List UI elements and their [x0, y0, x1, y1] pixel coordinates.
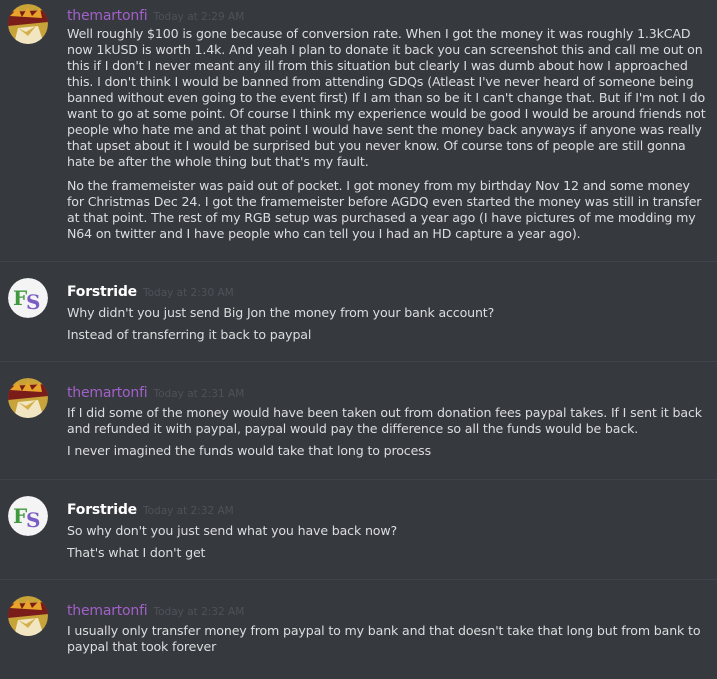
themartonfi-avatar-icon[interactable] [8, 378, 48, 418]
message-group: F S Forstride Today at 2:32 AM So why don… [0, 480, 717, 580]
username[interactable]: themartonfi [67, 603, 148, 619]
username[interactable]: themartonfi [67, 8, 148, 24]
timestamp: Today at 2:30 AM [142, 287, 234, 299]
message-text: I never imagined the funds would take th… [67, 443, 431, 458]
message-text: Why didn't you just send Big Jon the mon… [67, 305, 495, 320]
timestamp: Today at 2:32 AM [153, 606, 245, 618]
forstride-avatar-icon[interactable]: F S [8, 496, 48, 536]
timestamp: Today at 2:32 AM [142, 505, 234, 517]
message-group: themartonfi Today at 2:32 AM I usually on… [0, 580, 717, 679]
message-text: So why don't you just send what you have… [67, 523, 398, 538]
svg-text:S: S [26, 508, 40, 532]
message-text: Instead of transferring it back to paypa… [67, 327, 312, 342]
message-text: That's what I don't get [67, 545, 206, 560]
timestamp: Today at 2:29 AM [153, 11, 245, 23]
username[interactable]: themartonfi [67, 385, 148, 401]
chat-messages: themartonfi Today at 2:29 AM Well roughly… [0, 0, 717, 679]
forstride-avatar-icon[interactable]: F S [8, 278, 48, 318]
message-text: Well roughly $100 is gone because of con… [67, 26, 706, 169]
themartonfi-avatar-icon[interactable] [8, 4, 48, 44]
message-group: F S Forstride Today at 2:30 AM Why didn't… [0, 262, 717, 362]
svg-text:S: S [26, 290, 40, 314]
message-text: I usually only transfer money from paypa… [67, 623, 701, 654]
timestamp: Today at 2:31 AM [153, 388, 245, 400]
message-text: No the framemeister was paid out of pock… [67, 178, 702, 241]
username[interactable]: Forstride [67, 502, 137, 518]
message-group: themartonfi Today at 2:29 AM Well roughly… [0, 0, 717, 262]
message-group: themartonfi Today at 2:31 AM If I did som… [0, 362, 717, 480]
message-text: If I did some of the money would have be… [67, 405, 702, 436]
themartonfi-avatar-icon[interactable] [8, 596, 48, 636]
username[interactable]: Forstride [67, 284, 137, 300]
